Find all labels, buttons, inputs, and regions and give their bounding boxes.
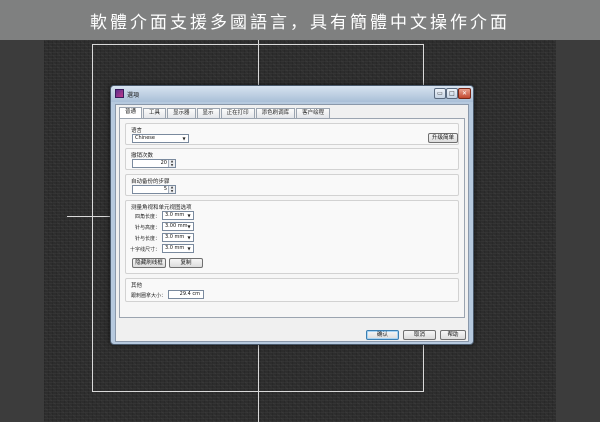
language-select[interactable]: Chinese ▼ [132,134,189,143]
undo-count-stepper[interactable]: 20 ▲ ▼ [132,159,176,168]
circle-size-label: 跟刺圈拿大小： [131,293,167,299]
autosave-steps-value: 5 [163,186,167,192]
needle-length-label: 针与长度： [134,236,160,242]
help-button[interactable]: 帮助 [440,330,466,340]
minimize-button[interactable]: ▭ [434,88,446,99]
tab-general[interactable]: 普通 [119,107,143,118]
autosave-steps-stepper[interactable]: 5 ▲ ▼ [132,185,176,194]
app-icon [115,89,124,98]
maximize-button[interactable]: □ [446,88,458,99]
guide-line-left [92,44,93,392]
language-select-value: Chinese [135,135,155,141]
autosave-steps-title: 自动备份的步骤 [131,179,170,185]
corner-length-select[interactable]: 3.0 mm ▼ [162,211,194,220]
crosshair-size-select[interactable]: 3.0 mm ▼ [162,244,194,253]
corner-length-label: 四角长度： [134,214,160,220]
tab-client-process[interactable]: 客户绘程 [296,108,331,118]
tab-monitor[interactable]: 显示器 [167,108,196,118]
tab-tools[interactable]: 工具 [143,108,167,118]
tab-display[interactable]: 显示 [196,108,220,118]
crosshair-size-value: 3.0 mm [165,245,185,251]
tab-panel-general: 语言 Chinese ▼ 升级简单 撤销次数 20 ▲ ▼ 自动备份的步骤 5 … [119,118,465,318]
tab-printing[interactable]: 正在打印 [220,108,255,118]
undo-count-group: 撤销次数 20 ▲ ▼ [125,148,459,170]
chevron-down-icon: ▼ [182,136,186,141]
options-tab-strip: 普通 工具 显示器 显示 正在打印 添色刷调库 客户绘程 [119,107,331,118]
needle-height-value: 3.00 mm [165,223,188,229]
chevron-down-icon: ▼ [187,246,191,251]
promo-banner: 軟體介面支援多國語言，具有簡體中文操作介面 [0,0,600,40]
autosave-steps-group: 自动备份的步骤 5 ▲ ▼ [125,174,459,196]
hide-frame-button[interactable]: 隐藏刷线框 [132,258,166,268]
circle-size-input[interactable]: 29.4 cm [168,290,204,299]
measure-options-title: 测量角视和单元视图选项 [131,205,192,211]
guide-line-center-vertical-bottom [258,345,259,422]
other-options-title: 其他 [131,283,143,289]
cancel-button[interactable]: 取消 [403,330,436,340]
guide-line-center-vertical-top [258,40,259,86]
ok-button[interactable]: 确认 [366,330,399,340]
needle-length-value: 3.0 mm [165,234,185,240]
tab-color-library[interactable]: 添色刷调库 [255,108,296,118]
needle-height-label: 针与高度： [134,225,160,231]
dialog-title: 選項 [127,92,140,99]
dialog-client-area: 普通 工具 显示器 显示 正在打印 添色刷调库 客户绘程 语言 Chinese … [115,104,469,342]
corner-length-value: 3.0 mm [165,212,185,218]
undo-count-value: 20 [160,160,167,166]
banner-caption: 軟體介面支援多國語言，具有簡體中文操作介面 [90,12,510,33]
guide-line-center-horizontal [67,216,111,217]
reset-button[interactable]: 复制 [169,258,203,268]
needle-height-select[interactable]: 3.00 mm ▼ [162,222,194,231]
dialog-titlebar[interactable]: 選項 ▭ □ ✕ [111,86,473,102]
needle-length-select[interactable]: 3.0 mm ▼ [162,233,194,242]
language-group-title: 语言 [131,128,143,134]
chevron-down-icon: ▼ [187,213,191,218]
chevron-down-icon: ▼ [187,235,191,240]
measure-options-group: 测量角视和单元视图选项 四角长度： 3.0 mm ▼ 针与高度： 3.00 mm… [125,200,459,274]
options-dialog: 選項 ▭ □ ✕ 普通 工具 显示器 显示 正在打印 添色刷调库 客户绘程 语言… [110,85,474,345]
other-options-group: 其他 跟刺圈拿大小： 29.4 cm [125,278,459,302]
undo-count-title: 撤销次数 [131,153,154,159]
chevron-down-icon: ▼ [187,224,191,229]
language-group: 语言 Chinese ▼ 升级简单 [125,123,459,145]
stepper-arrows-icon[interactable]: ▲ ▼ [168,159,175,167]
crosshair-size-label: 十字线尺寸： [129,247,160,253]
close-button[interactable]: ✕ [458,88,471,99]
stepper-arrows-icon[interactable]: ▲ ▼ [168,185,175,193]
upgrade-simple-button[interactable]: 升级简单 [428,133,458,143]
